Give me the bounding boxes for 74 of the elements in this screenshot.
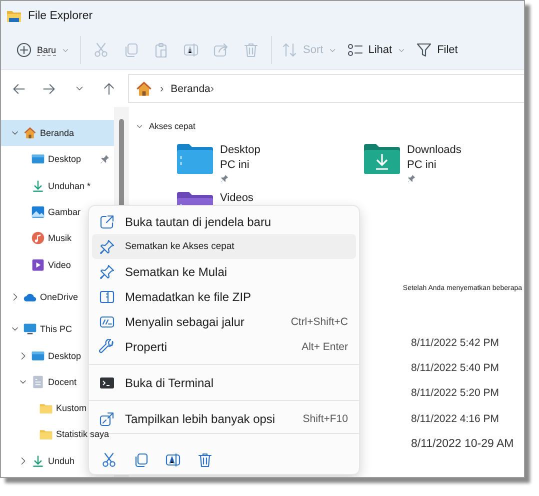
shortcut-text: Shift+F10 bbox=[302, 412, 348, 424]
date-modified: 8/11/2022 5:20 PM bbox=[411, 386, 500, 402]
folder-location: PC ini bbox=[407, 159, 438, 171]
window-title: File Explorer bbox=[28, 10, 93, 22]
folder-tile[interactable]: Desktop PC ini bbox=[177, 144, 364, 192]
music-icon bbox=[31, 231, 45, 246]
plus-icon bbox=[16, 42, 32, 58]
address-bar[interactable]: › Beranda› bbox=[128, 74, 524, 103]
folder-tile[interactable]: Downloads PC ini bbox=[364, 144, 514, 192]
sidebar-item[interactable]: Unduhan * bbox=[1, 172, 114, 199]
zip-folder-icon bbox=[99, 288, 115, 304]
folder-icon bbox=[177, 144, 213, 174]
sidebar-item[interactable]: Beranda bbox=[1, 120, 114, 146]
sidebar-item[interactable]: Desktop bbox=[1, 146, 114, 173]
breadcrumb-separator: › bbox=[210, 82, 214, 94]
cut-icon bbox=[101, 452, 117, 468]
download-icon bbox=[31, 178, 45, 193]
video-icon bbox=[31, 258, 45, 272]
shortcut-text: Ctrl+Shift+C bbox=[290, 316, 348, 328]
download-icon bbox=[31, 454, 45, 468]
up-arrow-icon bbox=[102, 82, 116, 96]
menu-item[interactable]: Sematkan ke Akses cepat bbox=[92, 234, 356, 259]
pin-icon bbox=[407, 174, 416, 183]
sidebar-item[interactable]: Unduh bbox=[1, 448, 114, 474]
copy-icon bbox=[133, 452, 149, 468]
cut-button[interactable] bbox=[100, 450, 118, 470]
folder-icon bbox=[39, 427, 53, 442]
wrench-icon bbox=[99, 338, 115, 354]
pin-icon bbox=[99, 264, 115, 280]
copy-path-icon bbox=[99, 314, 115, 330]
document-icon bbox=[31, 374, 45, 389]
rename-icon bbox=[183, 42, 200, 58]
home-icon bbox=[23, 126, 37, 140]
computer-icon bbox=[23, 322, 37, 336]
app-icon bbox=[6, 8, 22, 24]
filter-button[interactable]: Filet bbox=[411, 35, 463, 65]
expand-icon bbox=[99, 410, 115, 426]
date-modified: 8/11/2022 5:42 PM bbox=[411, 336, 500, 351]
date-modified: 8/11/2022 4:16 PM bbox=[411, 412, 500, 427]
copy-icon bbox=[123, 42, 140, 58]
pin-icon bbox=[220, 174, 229, 183]
delete-icon bbox=[197, 452, 213, 468]
pin-icon bbox=[99, 238, 115, 254]
paste-icon bbox=[153, 42, 170, 58]
home-icon bbox=[135, 80, 153, 98]
sort-icon bbox=[282, 42, 298, 58]
section-header[interactable]: Akses cepat bbox=[129, 120, 524, 132]
date-modified: 8/11/2022 10-29 AM bbox=[411, 437, 515, 452]
picture-icon bbox=[31, 205, 45, 220]
folder-name: Desktop bbox=[220, 144, 260, 156]
share-icon bbox=[213, 42, 230, 58]
folder-location: PC ini bbox=[220, 159, 250, 171]
folder-name: Videos bbox=[220, 192, 254, 204]
forward-icon bbox=[42, 82, 56, 96]
download-folder-icon bbox=[364, 144, 400, 174]
open-link-icon bbox=[99, 214, 115, 230]
desktop-icon bbox=[31, 348, 45, 363]
folder-icon bbox=[39, 401, 53, 416]
shortcut-text: Alt+ Enter bbox=[300, 340, 348, 352]
desktop-icon bbox=[31, 152, 45, 166]
view-icon bbox=[347, 42, 364, 58]
breadcrumb-separator: › bbox=[160, 82, 164, 94]
cut-icon bbox=[93, 42, 110, 58]
rename-icon bbox=[165, 452, 181, 468]
date-modified: 8/11/2022 5:40 PM bbox=[411, 361, 500, 376]
pin-icon bbox=[100, 154, 110, 164]
back-icon bbox=[12, 82, 26, 96]
breadcrumb[interactable]: Beranda bbox=[170, 82, 210, 94]
folder-name: Downloads bbox=[407, 144, 462, 156]
new-button[interactable]: Baru bbox=[11, 35, 76, 65]
terminal-icon bbox=[99, 374, 115, 390]
delete-icon bbox=[243, 42, 260, 58]
filter-icon bbox=[416, 42, 432, 58]
view-button[interactable]: Lihat bbox=[342, 35, 412, 65]
